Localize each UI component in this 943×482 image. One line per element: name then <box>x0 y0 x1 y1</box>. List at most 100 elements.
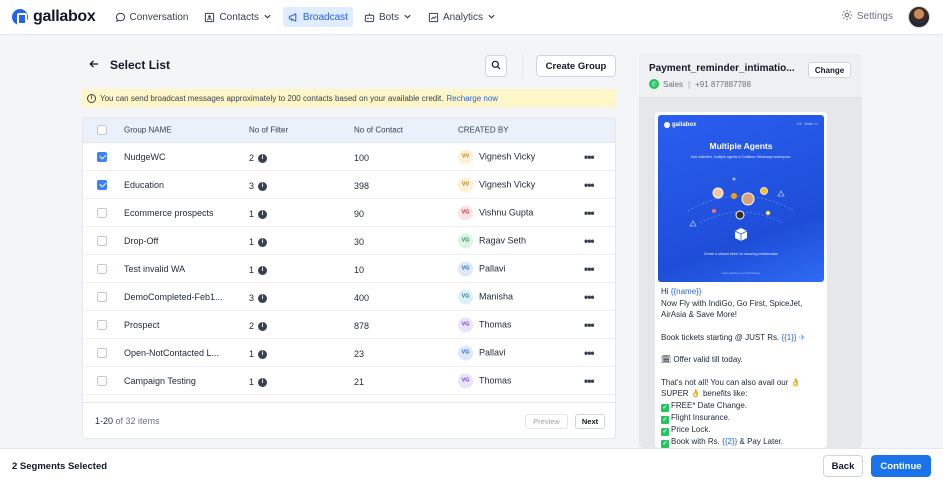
creator-avatar: VG <box>458 233 473 248</box>
user-avatar[interactable] <box>908 6 930 28</box>
creator-avatar: VV <box>458 177 473 192</box>
creator-name: Vignesh Vicky <box>479 179 536 190</box>
contact-count: 30 <box>354 237 365 247</box>
creator-avatar: VV <box>458 149 473 164</box>
nav-item-broadcast[interactable]: Broadcast <box>282 7 353 27</box>
nav-item-conversation[interactable]: Conversation <box>110 7 194 27</box>
creator-name: Vignesh Vicky <box>479 151 536 162</box>
info-icon[interactable]: i <box>258 181 268 191</box>
recharge-link[interactable]: Recharge now <box>446 94 498 103</box>
promo-image: gallabox 1/4 · Invite >> Multiple Agents… <box>658 115 824 282</box>
more-options-icon[interactable]: ••• <box>584 234 595 248</box>
row-checkbox[interactable] <box>97 179 107 190</box>
benefit-item: ✓ FREE* Date Change. <box>661 400 822 412</box>
contact-count: 400 <box>354 293 370 303</box>
info-icon[interactable]: i <box>258 209 268 219</box>
creator-name: Pallavi <box>479 347 506 358</box>
next-page-button[interactable]: Next <box>575 414 605 429</box>
template-meta: ✆ Sales | +91 877887788 <box>649 79 751 89</box>
filter-count-value: 1 <box>249 237 255 247</box>
filter-count: 1i <box>249 377 268 387</box>
created-by: VG Vishnu Gupta <box>458 205 533 220</box>
info-icon[interactable]: i <box>258 321 268 331</box>
filter-count-value: 1 <box>249 377 255 387</box>
continue-button[interactable]: Continue <box>871 455 931 477</box>
segments-selected-text: 2 Segments Selected <box>12 461 108 472</box>
more-options-icon[interactable]: ••• <box>584 318 595 332</box>
more-options-icon[interactable]: ••• <box>584 346 595 360</box>
table-row[interactable]: Prospect 2 i 878 VG Thomas ••• <box>83 311 615 339</box>
table-row[interactable]: DemoCompleted-Feb1... 3 i 400 VG Manisha ••• <box>83 283 615 311</box>
header-contacts: No of Contact <box>354 125 403 135</box>
info-icon[interactable]: i <box>258 153 268 163</box>
info-icon[interactable]: i <box>258 293 268 303</box>
contact-count: 21 <box>354 377 365 387</box>
settings-label: Settings <box>856 11 893 22</box>
benefit-text: Price Lock. <box>671 424 711 434</box>
row-checkbox[interactable] <box>97 151 107 162</box>
info-icon[interactable]: i <box>258 265 268 275</box>
table-row[interactable]: Campaign Testing 1 i 21 VG Thomas ••• <box>83 367 615 395</box>
info-icon[interactable]: i <box>258 349 268 359</box>
template-name: Payment_reminder_intimatio... <box>649 63 795 74</box>
more-options-icon[interactable]: ••• <box>584 178 595 192</box>
contact-count: 90 <box>354 209 365 219</box>
group-name: DemoCompleted-Feb1... <box>124 291 223 302</box>
back-arrow-icon[interactable] <box>88 58 100 73</box>
benefit-text: Book with Rs. <box>671 436 723 446</box>
table-row[interactable]: Open-NotContacted L... 1 i 23 VG Pallavi ••• <box>83 339 615 367</box>
more-options-icon[interactable]: ••• <box>584 150 595 164</box>
previous-page-button[interactable]: Preview <box>525 414 568 429</box>
more-options-icon[interactable]: ••• <box>584 290 595 304</box>
table-row[interactable]: Drop-Off 1 i 30 VG Ragav Seth ••• <box>83 227 615 255</box>
table-row[interactable]: Education 3 i 398 VV Vignesh Vicky ••• <box>83 171 615 199</box>
filter-count-value: 3 <box>249 181 255 191</box>
logo-text: gallabox <box>33 8 96 25</box>
nav-item-bots[interactable]: Bots <box>359 7 417 27</box>
table-row[interactable]: Ecommerce prospects 1 i 90 VG Vishnu Gupta ••• <box>83 199 615 227</box>
more-options-icon[interactable]: ••• <box>584 206 595 220</box>
promo-footer: www.gallabox.com/whatsapp <box>721 271 761 275</box>
group-name: Prospect <box>124 319 160 330</box>
change-template-button[interactable]: Change <box>808 62 851 78</box>
table-row[interactable]: NudgeWC 2 i 100 VV Vignesh Vicky ••• <box>83 143 615 171</box>
row-checkbox[interactable] <box>97 291 107 302</box>
row-checkbox[interactable] <box>97 235 107 246</box>
filter-count-value: 2 <box>249 321 255 331</box>
nav-item-contacts[interactable]: Contacts <box>199 7 276 27</box>
greeting-prefix: Hi <box>661 287 671 296</box>
creator-name: Pallavi <box>479 263 506 274</box>
table-row[interactable]: Test invalid WA 1 i 10 VG Pallavi ••• <box>83 255 615 283</box>
creator-name: Manisha <box>479 291 514 302</box>
contact-count: 398 <box>354 181 370 191</box>
template-phone: +91 877887788 <box>695 79 751 89</box>
select-all-checkbox[interactable] <box>97 125 107 135</box>
filter-count: 1i <box>249 237 268 247</box>
group-name: NudgeWC <box>124 151 166 162</box>
more-options-icon[interactable]: ••• <box>584 262 595 276</box>
info-icon[interactable]: i <box>258 377 268 387</box>
promo-logo-text: gallabox <box>672 122 697 128</box>
back-button[interactable]: Back <box>823 455 863 477</box>
megaphone-icon <box>288 12 299 23</box>
benefit-suffix: & Pay Later. <box>737 436 784 446</box>
row-checkbox[interactable] <box>97 263 107 274</box>
meta-separator: | <box>688 79 691 89</box>
row-checkbox[interactable] <box>97 319 107 330</box>
contact-count: 100 <box>354 153 370 163</box>
settings-link[interactable]: Settings <box>841 9 893 24</box>
group-name: Test invalid WA <box>124 263 186 274</box>
row-checkbox[interactable] <box>97 347 107 358</box>
message-book-line: Book tickets starting @ JUST Rs. {{1}} ✈ <box>661 332 822 344</box>
more-options-icon[interactable]: ••• <box>584 374 595 388</box>
create-group-button[interactable]: Create Group <box>536 55 616 77</box>
search-button[interactable] <box>485 55 507 77</box>
benefit-text: FREE* Date Change. <box>671 400 748 410</box>
gallabox-logo[interactable]: gallabox <box>12 8 96 26</box>
row-checkbox[interactable] <box>97 375 107 386</box>
created-by: VG Manisha <box>458 289 513 304</box>
nav-item-analytics[interactable]: Analytics <box>423 7 501 27</box>
row-checkbox[interactable] <box>97 207 107 218</box>
info-icon[interactable]: i <box>258 237 268 247</box>
nav-label-bots: Bots <box>378 11 399 23</box>
